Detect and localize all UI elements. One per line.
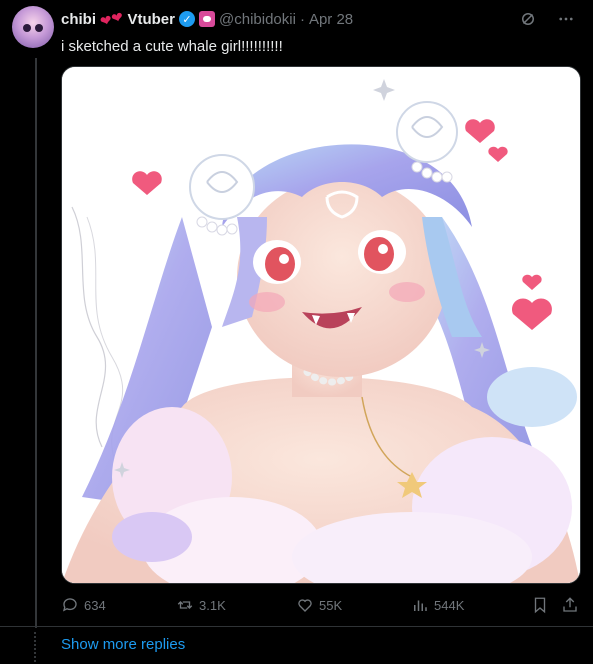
tweet-media-image[interactable]: [61, 66, 581, 584]
tweet-top-icons: [519, 10, 575, 28]
verified-icon[interactable]: ✓: [179, 11, 195, 27]
thread-line: [35, 58, 37, 628]
bookmark-button[interactable]: [531, 596, 549, 614]
views-icon: [414, 600, 427, 611]
views-button[interactable]: 544K: [411, 596, 464, 614]
thread-dotted-line: [34, 632, 38, 662]
reply-icon: [62, 598, 77, 612]
avatar-eye-right: [35, 24, 43, 32]
bookmark-icon: [534, 597, 546, 614]
tweet-date[interactable]: Apr 28: [309, 11, 353, 28]
heart-emoji-icon: ❤❤: [98, 7, 126, 30]
share-icon: [563, 597, 577, 612]
retweet-button[interactable]: 3.1K: [176, 596, 226, 614]
grok-icon[interactable]: [519, 10, 537, 28]
avatar[interactable]: [12, 6, 54, 48]
like-icon: [298, 599, 312, 612]
share-button[interactable]: [561, 596, 579, 614]
affiliate-badge-icon[interactable]: [199, 11, 215, 27]
like-count: 55K: [319, 597, 343, 613]
separator: ·: [299, 10, 305, 28]
views-count: 544K: [434, 597, 465, 613]
whale-girl-illustration: [62, 67, 580, 583]
retweet-icon: [177, 601, 193, 609]
author-name-suffix[interactable]: Vtuber: [127, 11, 175, 28]
like-button[interactable]: 55K: [296, 596, 342, 614]
show-more-replies-link[interactable]: Show more replies: [61, 636, 185, 653]
tweet-text: i sketched a cute whale girl!!!!!!!!!!: [61, 38, 283, 55]
reply-button[interactable]: 634: [61, 596, 106, 614]
divider: [0, 626, 593, 627]
author-name[interactable]: chibi: [61, 11, 96, 28]
tweet-actions: 634 3.1K 55K 544K: [61, 596, 581, 616]
retweet-count: 3.1K: [199, 597, 226, 613]
more-icon[interactable]: [557, 10, 575, 28]
reply-count: 634: [84, 597, 106, 613]
tweet-header: chibi ❤❤ Vtuber ✓ @chibidokii · Apr 28: [61, 7, 353, 30]
avatar-eye-left: [23, 24, 31, 32]
author-handle[interactable]: @chibidokii: [219, 11, 296, 28]
